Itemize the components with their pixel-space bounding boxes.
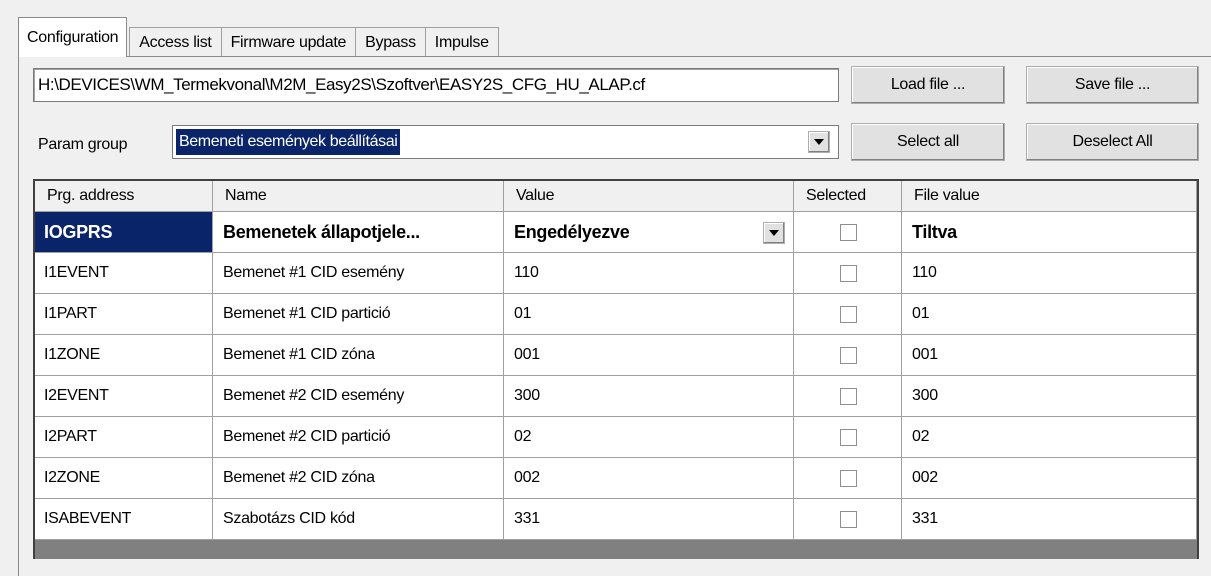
cell-name[interactable]: Bemenet #1 CID zóna [213,335,504,376]
grid-header: Prg. address Name Value Selected File va… [35,181,1197,212]
cell-file-value[interactable]: 01 [902,294,1197,335]
checkbox-icon[interactable] [839,265,857,282]
tab-impulse[interactable]: Impulse [424,27,499,57]
table-row[interactable]: I1PART Bemenet #1 CID partició 01 01 [35,294,1197,335]
table-row[interactable]: IOGPRS Bemenetek állapotjele... Engedélyez… [35,212,1197,253]
value-dropdown-button[interactable] [763,222,785,244]
parameter-grid[interactable]: Prg. address Name Value Selected File va… [33,179,1199,559]
select-all-button[interactable]: Select all [851,123,1005,161]
table-row[interactable]: ISABEVENT Szabotázs CID kód 331 331 [35,499,1197,540]
checkbox-icon[interactable] [839,388,857,405]
table-row[interactable]: I1EVENT Bemenet #1 CID esemény 110 110 [35,253,1197,294]
cell-value[interactable]: 300 [504,376,794,417]
cell-selected [794,417,902,458]
column-header-name[interactable]: Name [213,181,504,212]
cell-name[interactable]: Bemenet #2 CID partició [213,417,504,458]
cell-file-value[interactable]: 02 [902,417,1197,458]
cell-value[interactable]: 001 [504,335,794,376]
cell-name[interactable]: Bemenetek állapotjele... [213,212,504,253]
tab-firmware-update[interactable]: Firmware update [220,27,357,57]
deselect-all-button[interactable]: Deselect All [1026,123,1199,161]
chevron-down-icon [814,139,824,145]
chevron-down-icon [769,230,779,236]
cell-value[interactable]: 02 [504,417,794,458]
cell-prg-address[interactable]: I2PART [35,417,213,458]
column-header-value[interactable]: Value [504,181,794,212]
cell-value[interactable]: 331 [504,499,794,540]
cell-value[interactable]: 01 [504,294,794,335]
cell-file-value[interactable]: 110 [902,253,1197,294]
cell-name[interactable]: Bemenet #2 CID esemény [213,376,504,417]
cell-prg-address[interactable]: ISABEVENT [35,499,213,540]
cell-name[interactable]: Szabotázs CID kód [213,499,504,540]
cell-selected [794,253,902,294]
param-group-label: Param group [38,136,128,153]
cell-prg-address[interactable]: I2ZONE [35,458,213,499]
tab-bar: Configuration Access list Firmware updat… [18,16,499,57]
tab-configuration[interactable]: Configuration [18,17,128,57]
param-group-select[interactable]: Bemeneti események beállításai [172,125,839,159]
cell-name[interactable]: Bemenet #1 CID partició [213,294,504,335]
checkbox-icon[interactable] [839,224,857,241]
param-group-selected-value: Bemeneti események beállításai [176,129,401,155]
checkbox-icon[interactable] [839,470,857,487]
cell-prg-address[interactable]: I1EVENT [35,253,213,294]
cell-selected [794,212,902,253]
cell-file-value[interactable]: Tiltva [902,212,1197,253]
tab-access-list[interactable]: Access list [129,27,222,57]
cell-name[interactable]: Bemenet #2 CID zóna [213,458,504,499]
cell-file-value[interactable]: 002 [902,458,1197,499]
checkbox-icon[interactable] [839,347,857,364]
table-row[interactable]: I2EVENT Bemenet #2 CID esemény 300 300 [35,376,1197,417]
cell-file-value[interactable]: 001 [902,335,1197,376]
cell-prg-address[interactable]: I1PART [35,294,213,335]
cell-selected [794,499,902,540]
cell-selected [794,335,902,376]
cell-name[interactable]: Bemenet #1 CID esemény [213,253,504,294]
cell-value[interactable]: 110 [504,253,794,294]
save-file-button[interactable]: Save file ... [1026,66,1199,104]
cell-prg-address[interactable]: I2EVENT [35,376,213,417]
checkbox-icon[interactable] [839,511,857,528]
cell-selected [794,294,902,335]
cell-file-value[interactable]: 300 [902,376,1197,417]
cell-value[interactable]: 002 [504,458,794,499]
table-row[interactable]: I2ZONE Bemenet #2 CID zóna 002 002 [35,458,1197,499]
column-header-file-value[interactable]: File value [902,181,1197,212]
checkbox-icon[interactable] [839,306,857,323]
table-row[interactable]: I1ZONE Bemenet #1 CID zóna 001 001 [35,335,1197,376]
cell-selected [794,376,902,417]
load-file-button[interactable]: Load file ... [851,66,1005,104]
file-path-input[interactable]: H:\DEVICES\WM_Termekvonal\M2M_Easy2S\Szo… [33,68,839,102]
table-row[interactable]: I2PART Bemenet #2 CID partició 02 02 [35,417,1197,458]
cell-value[interactable]: Engedélyezve [504,212,794,253]
checkbox-icon[interactable] [839,429,857,446]
cell-file-value[interactable]: 331 [902,499,1197,540]
column-header-selected[interactable]: Selected [794,181,902,212]
cell-prg-address[interactable]: IOGPRS [35,212,213,253]
tab-bypass[interactable]: Bypass [355,27,426,57]
param-group-dropdown-button[interactable] [808,131,830,153]
cell-selected [794,458,902,499]
cell-prg-address[interactable]: I1ZONE [35,335,213,376]
column-header-prg-address[interactable]: Prg. address [35,181,213,212]
